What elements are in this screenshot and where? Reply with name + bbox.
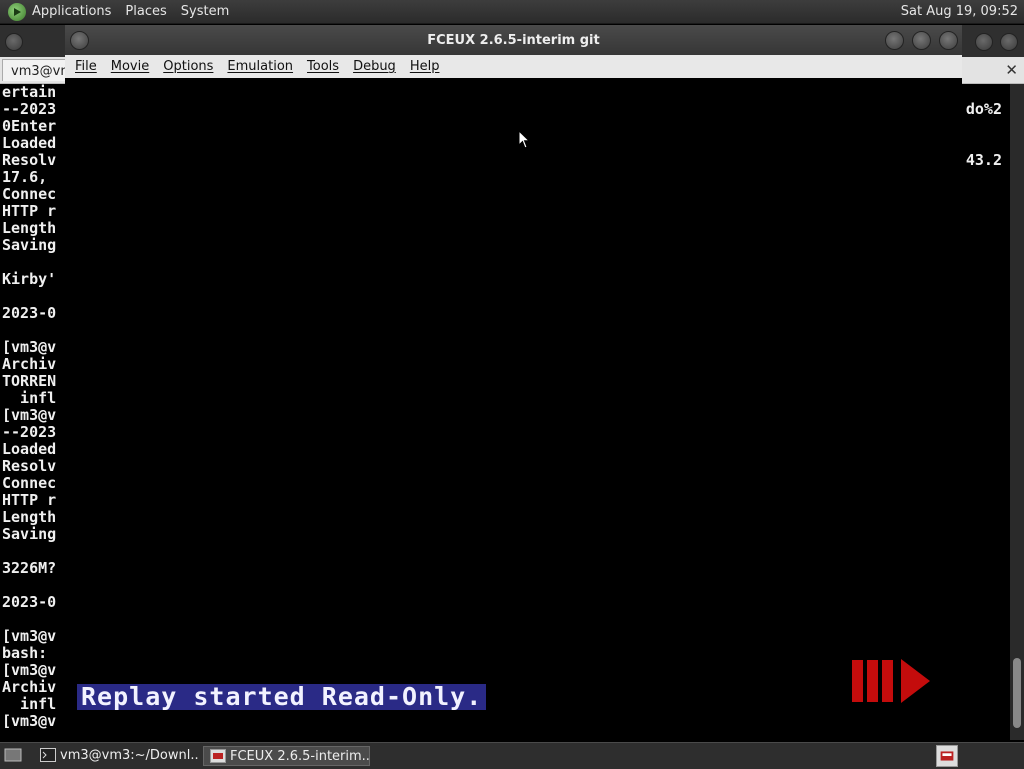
minimize-button[interactable] (885, 31, 904, 50)
menu-debug[interactable]: Debug (346, 59, 403, 74)
terminal-line: infl (2, 389, 57, 407)
terminal-line: [vm3@v (2, 712, 57, 730)
show-desktop-icon[interactable] (4, 747, 22, 763)
scrollbar-thumb[interactable] (1013, 658, 1021, 728)
play-indicator-icon (852, 659, 930, 703)
terminal-maximize-button[interactable] (1000, 33, 1018, 51)
terminal-lines: ertain --2023 0Enter Loaded Resolv 17.6, Conn… (2, 84, 66, 730)
terminal-line: Resolv (2, 151, 57, 169)
terminal-line: Saving (2, 236, 57, 254)
places-menu[interactable]: Places (125, 4, 166, 19)
clock[interactable]: Sat Aug 19, 09:52 (901, 4, 1018, 19)
terminal-line: [vm3@v (2, 338, 57, 356)
close-button[interactable] (939, 31, 958, 50)
terminal-line: TORREN (2, 372, 57, 390)
terminal-line: Kirby' (2, 270, 57, 288)
fceux-titlebar[interactable]: FCEUX 2.6.5-interim git (65, 25, 962, 55)
terminal-line: --2023 (2, 100, 57, 118)
terminal-line: Connec (2, 474, 57, 492)
mouse-cursor-icon (518, 130, 530, 149)
menu-options[interactable]: Options (156, 59, 220, 74)
emulator-screen[interactable]: Replay started Read-Only. (65, 78, 962, 741)
taskbar-item-label: FCEUX 2.6.5-interim... (230, 749, 370, 764)
terminal-line: [vm3@v (2, 406, 57, 424)
terminal-line: Loaded (2, 440, 57, 458)
terminal-line-fragment: do%2 (965, 100, 1002, 118)
menu-file[interactable]: File (68, 59, 104, 74)
menu-bar: File Movie Options Emulation Tools Debug… (65, 55, 962, 79)
gnome-logo-icon[interactable] (8, 2, 26, 21)
terminal-line: Archiv (2, 355, 57, 373)
fceux-app-icon (210, 749, 226, 763)
menu-help[interactable]: Help (403, 59, 447, 74)
menu-movie[interactable]: Movie (104, 59, 156, 74)
menu-tools[interactable]: Tools (300, 59, 346, 74)
terminal-menu-button[interactable] (5, 33, 23, 51)
terminal-line: 3226M? (2, 559, 57, 577)
terminal-line: [vm3@v (2, 627, 57, 645)
taskbar-item-terminal[interactable]: vm3@vm3:~/Downl... (34, 746, 200, 766)
terminal-line: bash: (2, 644, 57, 662)
menu-emulation[interactable]: Emulation (220, 59, 300, 74)
maximize-button[interactable] (912, 31, 931, 50)
terminal-line: 17.6, (2, 168, 57, 186)
fceux-window: FCEUX 2.6.5-interim git File Movie Optio… (65, 25, 962, 741)
terminal-line: 2023-0 (2, 593, 57, 611)
top-panel: Applications Places System Sat Aug 19, 0… (0, 0, 1024, 24)
window-title: FCEUX 2.6.5-interim git (427, 33, 600, 48)
terminal-line: Connec (2, 185, 57, 203)
applications-menu[interactable]: Applications (32, 4, 111, 19)
fceux-tray-icon[interactable] (936, 745, 958, 767)
terminal-line: ertain (2, 84, 57, 101)
taskbar-item-label: vm3@vm3:~/Downl... (60, 748, 200, 763)
terminal-scrollbar[interactable] (1010, 84, 1024, 740)
terminal-line: infl (2, 695, 57, 713)
terminal-icon (40, 748, 56, 762)
terminal-line: 0Enter (2, 117, 57, 135)
close-tab-icon[interactable]: ✕ (1005, 61, 1018, 79)
terminal-line: Loaded (2, 134, 57, 152)
status-message: Replay started Read-Only. (77, 684, 487, 710)
terminal-line: Length (2, 219, 57, 237)
terminal-line: Resolv (2, 457, 57, 475)
terminal-line: HTTP r (2, 491, 57, 509)
terminal-line: 2023-0 (2, 304, 57, 322)
taskbar: vm3@vm3:~/Downl... FCEUX 2.6.5-interim..… (0, 742, 1024, 769)
terminal-minimize-button[interactable] (975, 33, 993, 51)
terminal-line: Archiv (2, 678, 57, 696)
system-menu[interactable]: System (181, 4, 229, 19)
terminal-line: Length (2, 508, 57, 526)
terminal-line-fragment: 43.2 (965, 151, 1002, 169)
terminal-line: Saving (2, 525, 57, 543)
terminal-line: --2023 (2, 423, 57, 441)
terminal-line: HTTP r (2, 202, 57, 220)
terminal-tab[interactable]: vm3@vm (2, 59, 72, 81)
taskbar-item-fceux[interactable]: FCEUX 2.6.5-interim... (203, 746, 370, 766)
terminal-line: [vm3@v (2, 661, 57, 679)
